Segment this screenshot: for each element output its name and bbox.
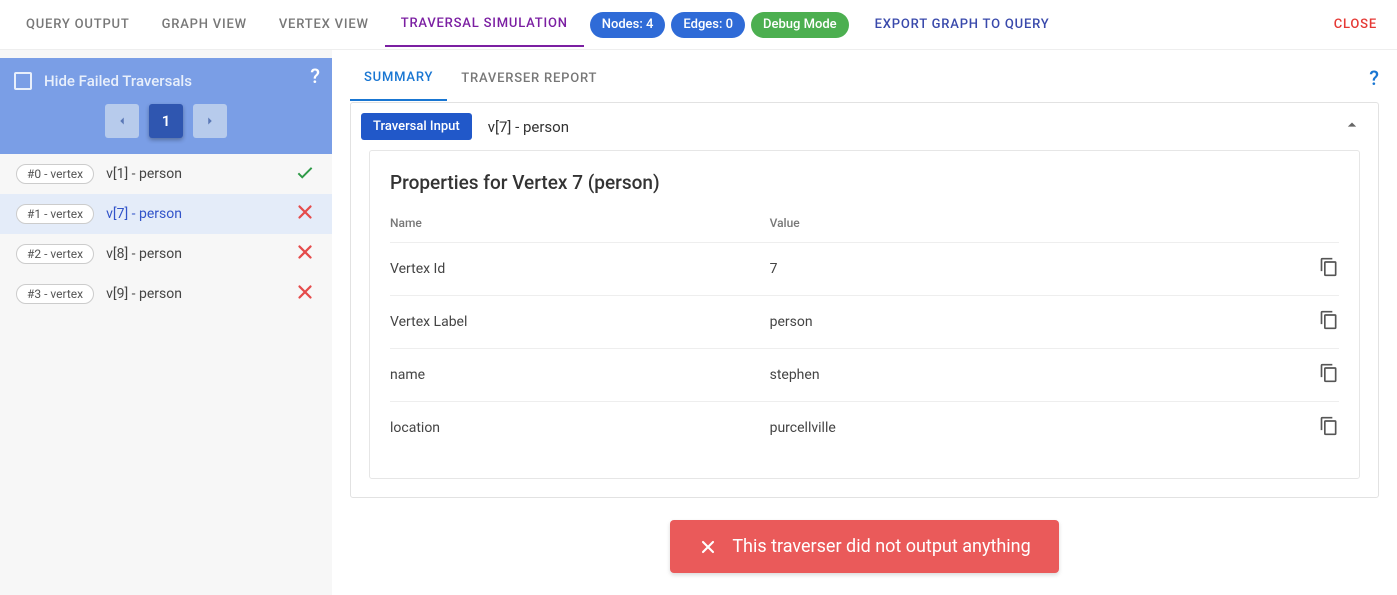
tab-graph-view[interactable]: Graph View bbox=[146, 3, 263, 46]
copy-button[interactable] bbox=[1149, 402, 1339, 455]
chevron-up-icon bbox=[1342, 115, 1362, 135]
copy-button[interactable] bbox=[1149, 296, 1339, 349]
pill-edges[interactable]: Edges: 0 bbox=[671, 12, 745, 38]
traversal-list: #0 - vertex v[1] - person #1 - vertex v[7] … bbox=[0, 154, 332, 314]
traversal-input-badge: Traversal Input bbox=[361, 113, 472, 140]
traversal-item-tag: #0 - vertex bbox=[16, 164, 94, 184]
table-row: Vertex Id7 bbox=[390, 243, 1339, 296]
traversal-item[interactable]: #1 - vertex v[7] - person bbox=[0, 194, 332, 234]
export-graph-button[interactable]: Export Graph to Query bbox=[859, 3, 1066, 46]
sidebar-header: ? Hide Failed Traversals 1 bbox=[0, 58, 332, 154]
traversal-item[interactable]: #2 - vertex v[8] - person bbox=[0, 234, 332, 274]
content-help-icon[interactable]: ? bbox=[1369, 66, 1379, 90]
copy-icon bbox=[1319, 310, 1339, 330]
close-button[interactable]: Close bbox=[1334, 17, 1377, 32]
copy-button[interactable] bbox=[1149, 243, 1339, 296]
check-icon bbox=[294, 161, 316, 187]
column-value: Value bbox=[770, 216, 1150, 243]
alert-text: This traverser did not output anything bbox=[732, 536, 1030, 557]
content-area: Summary Traverser Report ? Traversal Inp… bbox=[332, 50, 1397, 595]
chevron-right-icon bbox=[203, 114, 217, 128]
hide-failed-label: Hide Failed Traversals bbox=[44, 72, 192, 90]
table-row: locationpurcellville bbox=[390, 402, 1339, 455]
properties-title: Properties for Vertex 7 (person) bbox=[390, 171, 1339, 194]
tab-vertex-view[interactable]: Vertex View bbox=[263, 3, 385, 46]
table-row: Vertex Labelperson bbox=[390, 296, 1339, 349]
properties-table: Name Value Vertex Id7Vertex Labelpersonn… bbox=[390, 216, 1339, 454]
pager: 1 bbox=[14, 104, 318, 138]
pager-prev-button[interactable] bbox=[105, 104, 139, 138]
tab-query-output[interactable]: Query Output bbox=[10, 3, 146, 46]
checkbox-icon bbox=[14, 72, 32, 90]
traversal-input-panel: Traversal Input v[7] - person Properties… bbox=[350, 102, 1379, 498]
column-name: Name bbox=[390, 216, 770, 243]
chevron-left-icon bbox=[115, 114, 129, 128]
pill-nodes[interactable]: Nodes: 4 bbox=[590, 12, 666, 38]
pill-debug-mode[interactable]: Debug Mode bbox=[751, 12, 849, 38]
copy-icon bbox=[1319, 363, 1339, 383]
property-name: Vertex Label bbox=[390, 296, 770, 349]
traversal-item-tag: #2 - vertex bbox=[16, 244, 94, 264]
traversal-input-vertex-label: v[7] - person bbox=[488, 118, 569, 136]
traversal-item-label: v[1] - person bbox=[106, 166, 182, 182]
traverser-empty-alert: This traverser did not output anything bbox=[670, 520, 1058, 573]
collapse-button[interactable] bbox=[1342, 115, 1362, 139]
traversal-item-label: v[8] - person bbox=[106, 246, 182, 262]
table-row: namestephen bbox=[390, 349, 1339, 402]
copy-icon bbox=[1319, 257, 1339, 277]
traversal-item-label: v[7] - person bbox=[106, 206, 182, 222]
copy-icon bbox=[1319, 416, 1339, 436]
traversal-item[interactable]: #0 - vertex v[1] - person bbox=[0, 154, 332, 194]
pager-page-current[interactable]: 1 bbox=[149, 104, 183, 138]
traversal-item-tag: #1 - vertex bbox=[16, 204, 94, 224]
tab-traversal-simulation[interactable]: Traversal Simulation bbox=[385, 2, 584, 47]
traversal-item[interactable]: #3 - vertex v[9] - person bbox=[0, 274, 332, 314]
property-value: 7 bbox=[770, 243, 1150, 296]
close-icon bbox=[698, 537, 718, 557]
copy-button[interactable] bbox=[1149, 349, 1339, 402]
traversal-sidebar: ? Hide Failed Traversals 1 #0 - vertex v[… bbox=[0, 50, 332, 595]
properties-card: Properties for Vertex 7 (person) Name Va… bbox=[369, 150, 1360, 479]
x-icon bbox=[294, 241, 316, 267]
property-name: name bbox=[390, 349, 770, 402]
hide-failed-checkbox[interactable]: Hide Failed Traversals bbox=[14, 72, 318, 90]
x-icon bbox=[294, 281, 316, 307]
property-value: purcellville bbox=[770, 402, 1150, 455]
sidebar-help-icon[interactable]: ? bbox=[310, 64, 320, 88]
traversal-item-label: v[9] - person bbox=[106, 286, 182, 302]
tab-traverser-report[interactable]: Traverser Report bbox=[447, 57, 611, 100]
tab-summary[interactable]: Summary bbox=[350, 56, 447, 101]
property-name: location bbox=[390, 402, 770, 455]
property-value: person bbox=[770, 296, 1150, 349]
property-value: stephen bbox=[770, 349, 1150, 402]
pager-next-button[interactable] bbox=[193, 104, 227, 138]
top-tab-bar: Query Output Graph View Vertex View Trav… bbox=[0, 0, 1397, 50]
property-name: Vertex Id bbox=[390, 243, 770, 296]
x-icon bbox=[294, 201, 316, 227]
content-tabs: Summary Traverser Report ? bbox=[350, 54, 1379, 102]
traversal-item-tag: #3 - vertex bbox=[16, 284, 94, 304]
